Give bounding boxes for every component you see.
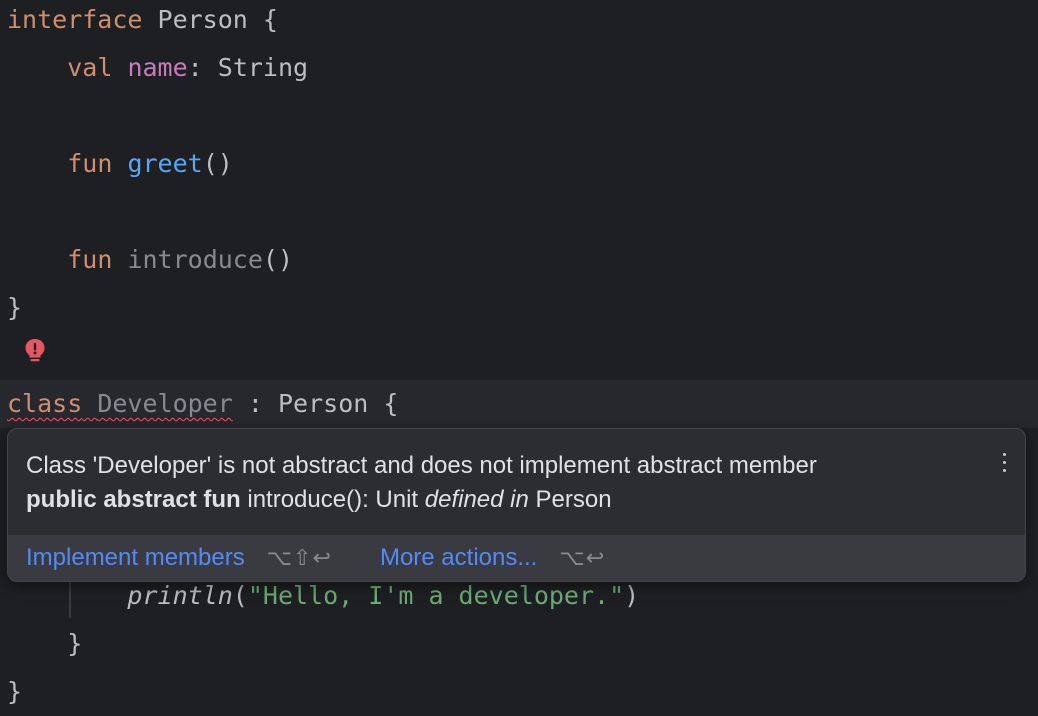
parens: () bbox=[262, 245, 294, 274]
keyword: fun bbox=[67, 245, 113, 274]
function-name: greet bbox=[127, 149, 203, 178]
keyword: class bbox=[7, 389, 83, 418]
function-name: introduce bbox=[127, 245, 263, 274]
type-name: Person bbox=[277, 389, 369, 418]
keyword: interface bbox=[7, 5, 143, 34]
more-vertical-icon[interactable] bbox=[997, 447, 1011, 477]
code-line[interactable]: } bbox=[7, 620, 82, 668]
code-editor[interactable]: interface Person { val name: String fun … bbox=[0, 0, 1038, 716]
type-name: String bbox=[217, 53, 309, 82]
error-tooltip-popup: Class 'Developer' is not abstract and do… bbox=[7, 428, 1026, 582]
class-name-error[interactable]: Developer bbox=[97, 389, 232, 418]
property-name: name bbox=[127, 53, 188, 82]
code-line[interactable]: } bbox=[7, 284, 22, 332]
keyword: fun bbox=[67, 149, 113, 178]
error-signature: introduce(): Unit bbox=[247, 486, 419, 513]
colon: : bbox=[187, 53, 203, 82]
function-name: println bbox=[127, 581, 233, 610]
paren: ) bbox=[624, 581, 640, 610]
brace: } bbox=[67, 629, 83, 658]
code-line[interactable]: class Developer : Person { bbox=[7, 380, 398, 428]
type-name: Person bbox=[157, 5, 248, 34]
code-line[interactable]: interface Person { bbox=[7, 0, 278, 44]
brace: } bbox=[7, 677, 23, 706]
brace: } bbox=[7, 293, 23, 322]
code-line[interactable]: fun introduce() bbox=[7, 236, 293, 284]
error-message-line: Class 'Developer' is not abstract and do… bbox=[26, 452, 817, 479]
keyword: val bbox=[67, 53, 113, 82]
error-bulb-icon[interactable] bbox=[24, 338, 46, 364]
parens: () bbox=[202, 149, 233, 178]
brace: { bbox=[383, 389, 399, 418]
paren: ( bbox=[232, 581, 248, 610]
code-line[interactable]: } bbox=[7, 668, 22, 716]
code-line[interactable]: fun greet() bbox=[7, 140, 233, 188]
quick-fix-bar: Implement members ⌥⇧↩ More actions... ⌥↩ bbox=[8, 535, 1025, 581]
defined-in-text: defined in bbox=[424, 486, 529, 513]
more-actions-shortcut: ⌥↩ bbox=[559, 545, 606, 570]
string-literal: "Hello, I'm a developer." bbox=[247, 581, 625, 610]
owner-name: Person bbox=[535, 486, 612, 513]
error-message: Class 'Developer' is not abstract and do… bbox=[26, 449, 966, 517]
implement-members-shortcut: ⌥⇧↩ bbox=[266, 545, 332, 570]
colon: : bbox=[247, 389, 263, 418]
error-signature-modifiers: public abstract fun bbox=[26, 486, 241, 513]
implement-members-link[interactable]: Implement members bbox=[26, 544, 245, 572]
more-actions-link[interactable]: More actions... bbox=[380, 544, 537, 572]
brace: { bbox=[262, 5, 278, 34]
code-line[interactable]: val name: String bbox=[7, 44, 308, 92]
